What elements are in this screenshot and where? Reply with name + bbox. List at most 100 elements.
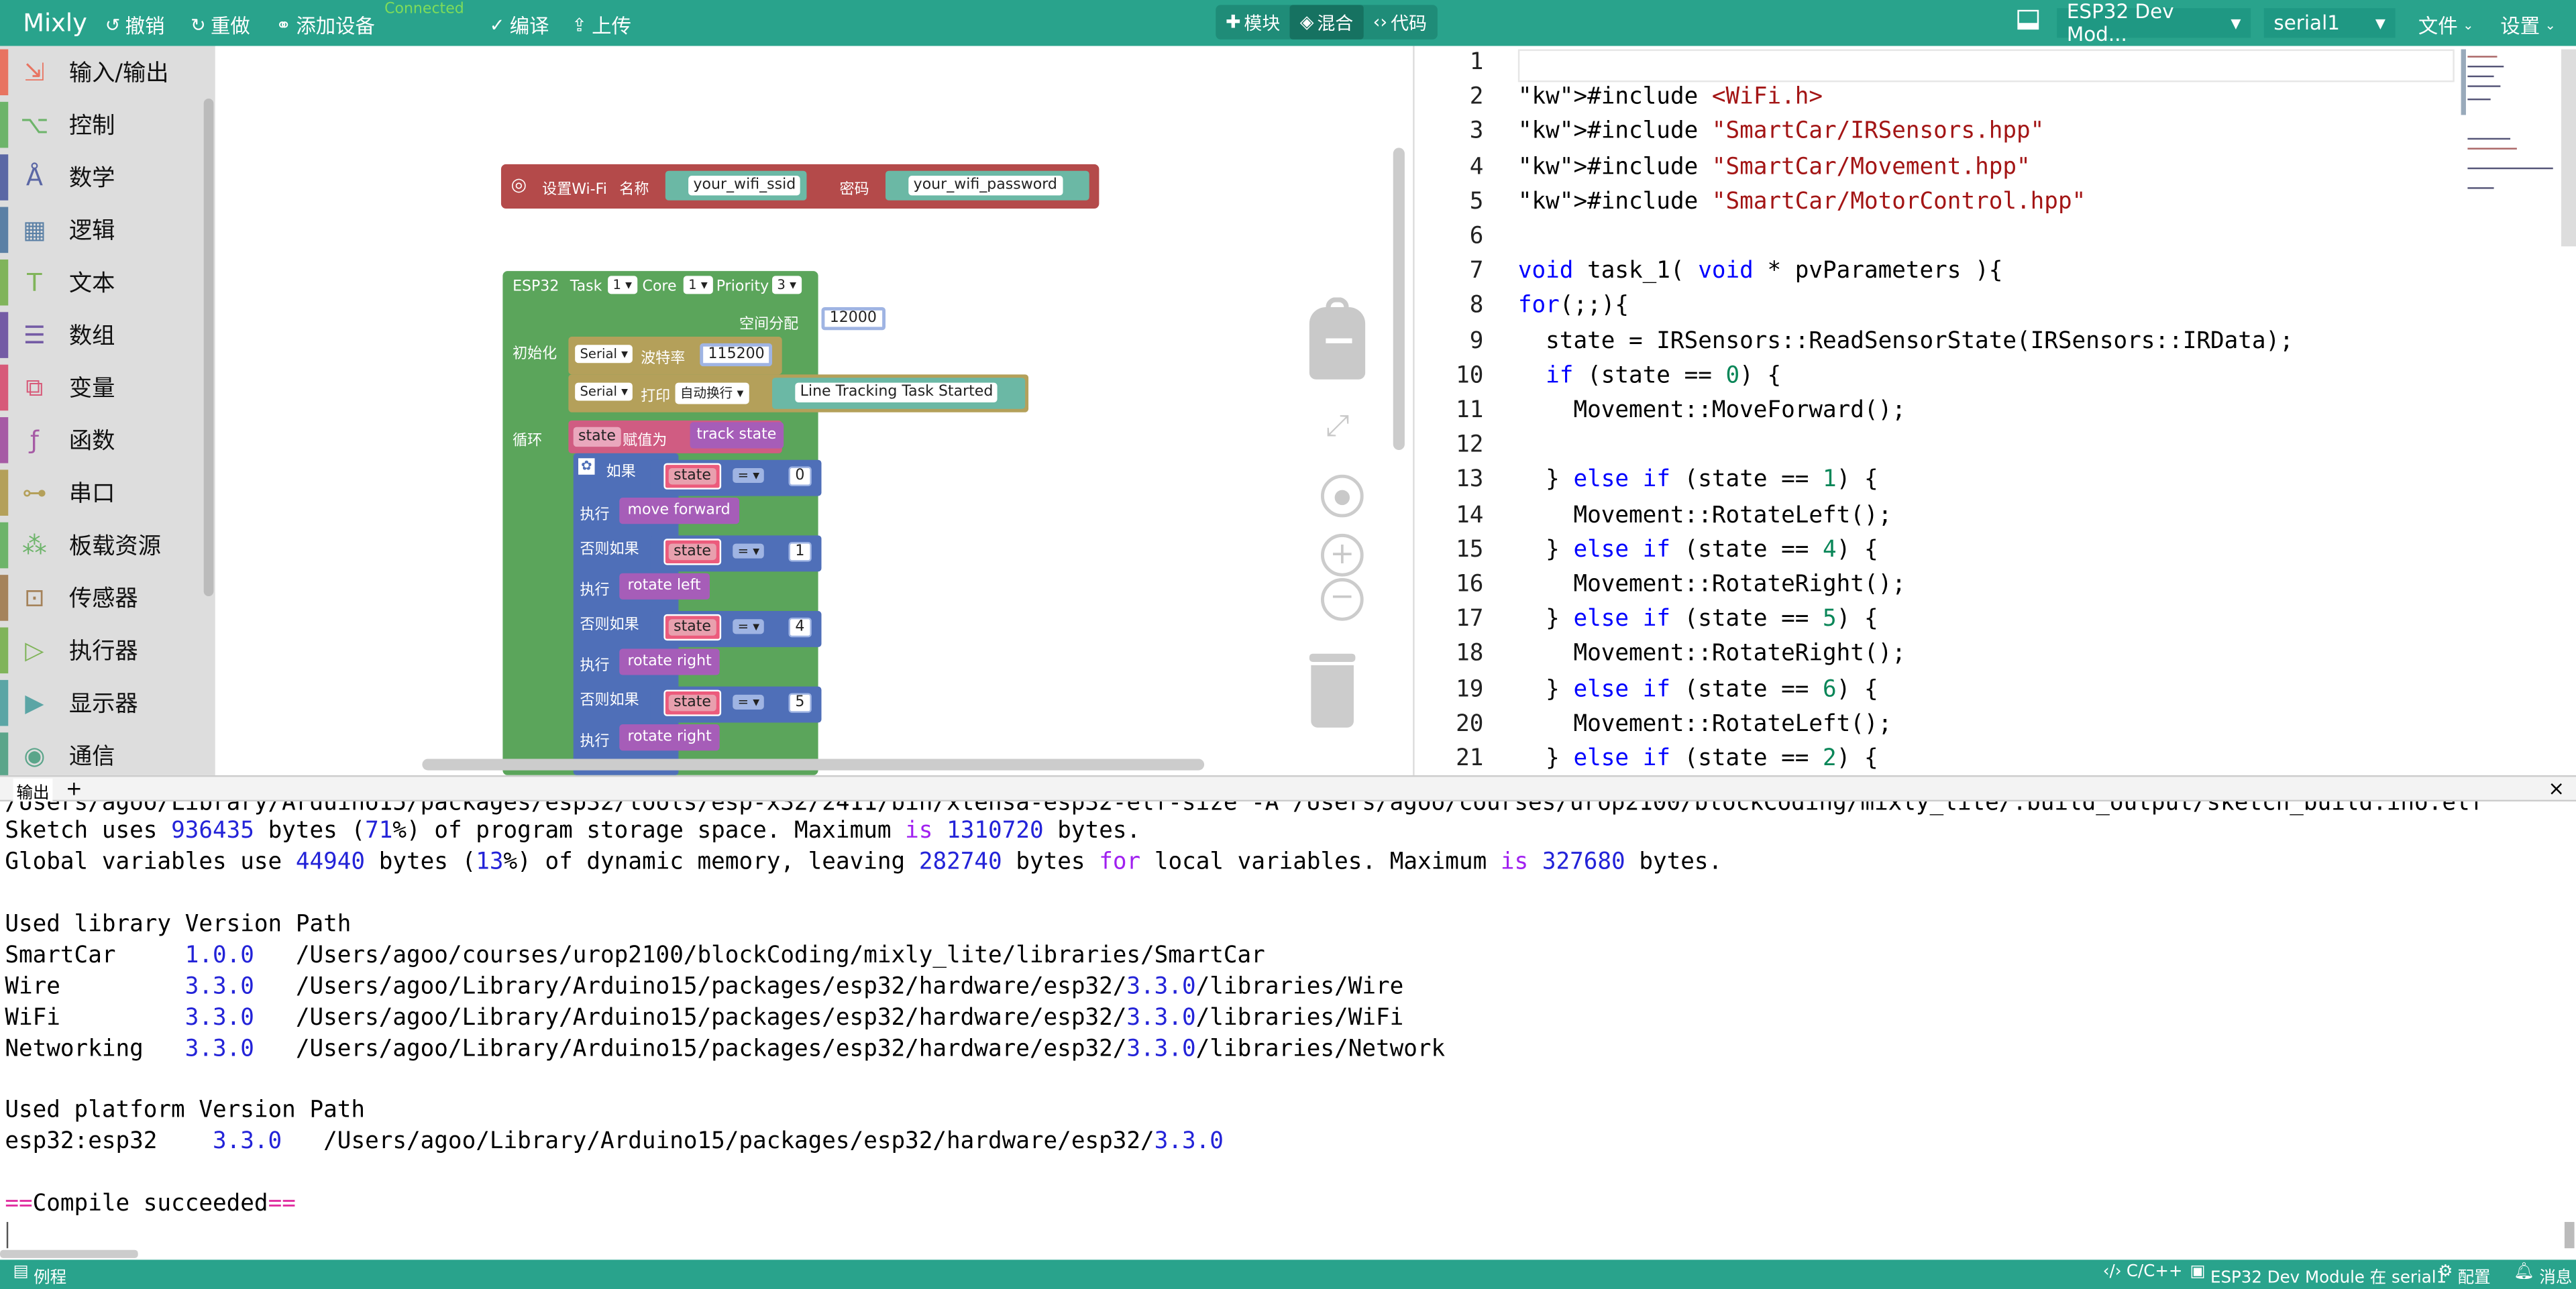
code-line[interactable]: void task_1( void * pvParameters ){ [1518,258,2002,284]
add-device-button[interactable]: ⚭ 添加设备 [276,11,375,40]
serial-port-dropdown[interactable]: Serial ▾ [575,382,633,401]
compare-operator-dropdown[interactable]: = ▾ [733,694,765,710]
messages-button[interactable]: 🔔︎ 消息 [2514,1263,2572,1288]
code-line[interactable]: } else if (state == 1) { [1518,467,1878,493]
code-line[interactable]: } else if (state == 4) { [1518,537,1878,563]
panel-toggle-button[interactable] [2017,9,2039,30]
redo-button[interactable]: ↻ 重做 [191,11,250,40]
code-line[interactable]: Movement::RotateRight(); [1518,641,1905,667]
toolbox-category[interactable]: ▦ 逻辑 [0,204,215,256]
condition-compare-block[interactable]: state = ▾ 4 [650,611,822,647]
compare-value-input[interactable]: 4 [788,617,812,638]
toolbox-category[interactable]: ▶ 显示器 [0,677,215,729]
compile-button[interactable]: ✓ 编译 [490,11,549,40]
toolbox-category[interactable]: ⌥ 控制 [0,99,215,151]
code-line[interactable]: } else if (state == 5) { [1518,606,1878,632]
output-horizontal-scrollbar[interactable] [0,1249,138,1258]
action-call-block[interactable]: rotate left [619,573,709,600]
code-line[interactable]: } else if (state == 2) { [1518,746,1878,772]
compare-value-input[interactable]: 5 [788,693,812,713]
workspace-vertical-scrollbar[interactable] [1393,148,1405,451]
code-line[interactable]: Movement::MoveForward(); [1518,398,1905,424]
serial-begin-block[interactable]: Serial ▾ 波特率 115200 [568,337,782,375]
wifi-setup-block[interactable]: ◎ 设置Wi-Fi 名称 your_wifi_ssid 密码 your_wifi… [500,164,1099,209]
backpack-icon[interactable] [1309,297,1366,380]
condition-compare-block[interactable]: state = ▾ 5 [650,686,822,723]
fit-screen-icon[interactable]: ⤢ [1326,409,1349,443]
code-minimap[interactable] [2461,49,2560,197]
serial-port-dropdown[interactable]: Serial ▾ [575,345,633,363]
editor-scrollbar[interactable] [2561,49,2576,247]
upload-button[interactable]: ⇪ 上传 [572,11,631,40]
board-select[interactable]: ESP32 Dev Mod... ▼ [2057,0,2251,46]
priority-dropdown[interactable]: 3 ▾ [772,276,802,294]
trash-icon[interactable] [1306,653,1358,730]
action-call-block[interactable]: rotate right [619,724,720,751]
code-editor[interactable]: 1 2 "kw">#include <WiFi.h> 3 "kw">#include "… [1413,46,2576,775]
condition-compare-block[interactable]: state = ▾ 0 [650,459,822,496]
zoom-out-icon[interactable]: − [1320,578,1364,621]
compare-value-input[interactable]: 1 [788,542,812,562]
toolbox-category[interactable]: ƒ 函数 [0,414,215,466]
toolbox-category[interactable]: ☰ 数组 [0,309,215,361]
toolbox-category[interactable]: ⧉ 变量 [0,361,215,414]
print-text-block[interactable]: Line Tracking Task Started [772,378,1026,409]
examples-button[interactable]: ▤ 例程 [13,1263,66,1288]
task-number-dropdown[interactable]: 1 ▾ [608,276,637,294]
add-tab-button[interactable]: + [66,777,83,799]
state-variable-block[interactable]: state [663,463,721,490]
compare-operator-dropdown[interactable]: = ▾ [733,467,765,484]
serial-print-block[interactable]: Serial ▾ 打印 自动换行 ▾ Line Tracking Task St… [568,374,1029,412]
track-state-call[interactable]: track state [690,422,784,449]
toolbox-category[interactable]: ◉ 通信 [0,729,215,781]
zoom-in-icon[interactable]: + [1320,533,1364,577]
code-line[interactable]: Movement::RotateLeft(); [1518,502,1892,528]
condition-compare-block[interactable]: state = ▾ 1 [650,535,822,572]
config-button[interactable]: ⚙ 配置 [2438,1263,2490,1288]
stack-size-input[interactable]: 12000 [821,306,885,331]
toolbox-scrollbar[interactable] [203,98,214,596]
port-select[interactable]: serial1 ▼ [2263,8,2396,38]
block-workspace[interactable]: ◎ 设置Wi-Fi 名称 your_wifi_ssid 密码 your_wifi… [215,46,1413,775]
app-logo[interactable]: Mixly [23,8,87,38]
state-variable-block[interactable]: state [663,539,721,565]
tab-output[interactable]: 输出 [13,778,53,803]
code-line[interactable]: for(;;){ [1518,293,1629,319]
file-menu[interactable]: 文件 ⌄ [2418,11,2474,40]
code-line[interactable]: "kw">#include "SmartCar/Movement.hpp" [1518,154,2031,180]
workspace-horizontal-scrollbar[interactable] [422,759,1205,771]
toolbox-category[interactable]: ⊶ 串口 [0,467,215,519]
compare-operator-dropdown[interactable]: = ▾ [733,619,765,634]
state-variable-block[interactable]: state [663,614,721,641]
compare-value-input[interactable]: 0 [788,466,812,486]
code-line[interactable]: Movement::RotateRight(); [1518,571,1905,598]
output-vertical-scrollbar[interactable] [2564,1222,2575,1249]
baud-rate-input[interactable]: 115200 [700,343,773,367]
code-line[interactable]: "kw">#include <WiFi.h> [1518,84,1823,110]
toolbox-category[interactable]: ⊡ 传感器 [0,571,215,624]
core-dropdown[interactable]: 1 ▾ [683,276,713,294]
gear-icon[interactable]: ✿ [578,458,595,475]
toolbox-category[interactable]: ⇲ 输入/输出 [0,46,215,99]
close-output-button[interactable]: × [2548,777,2565,799]
mode-code-button[interactable]: ‹› 代码 [1363,5,1437,39]
code-line[interactable]: } else if (state == 6) { [1518,676,1878,702]
mode-mixed-button[interactable]: ◈ 混合 [1290,5,1363,40]
print-mode-dropdown[interactable]: 自动换行 ▾ [675,382,749,404]
toolbox-category[interactable]: ⁂ 板载资源 [0,519,215,571]
state-variable-block[interactable]: state [663,689,721,716]
language-indicator[interactable]: ‹/› C/C++ [2103,1263,2183,1281]
undo-button[interactable]: ↺ 撤销 [105,11,165,40]
compare-operator-dropdown[interactable]: = ▾ [733,543,765,559]
action-call-block[interactable]: rotate right [619,649,720,675]
action-call-block[interactable]: move forward [619,498,739,524]
recenter-icon[interactable]: ● [1320,474,1364,518]
code-line[interactable]: "kw">#include "SmartCar/MotorControl.hpp… [1518,188,2086,215]
output-console[interactable]: /Users/agoo/Library/Arduino15/packages/e… [0,801,2576,1260]
code-line[interactable]: "kw">#include "SmartCar/IRSensors.hpp" [1518,119,2044,145]
password-text-block[interactable]: your_wifi_password [885,170,1089,201]
assign-state-block[interactable]: state 赋值为 track state [568,420,784,453]
toolbox-category[interactable]: T 文本 [0,256,215,309]
code-line[interactable]: state = IRSensors::ReadSensorState(IRSen… [1518,328,2294,354]
mode-blocks-button[interactable]: ✚ 模块 [1216,5,1290,39]
